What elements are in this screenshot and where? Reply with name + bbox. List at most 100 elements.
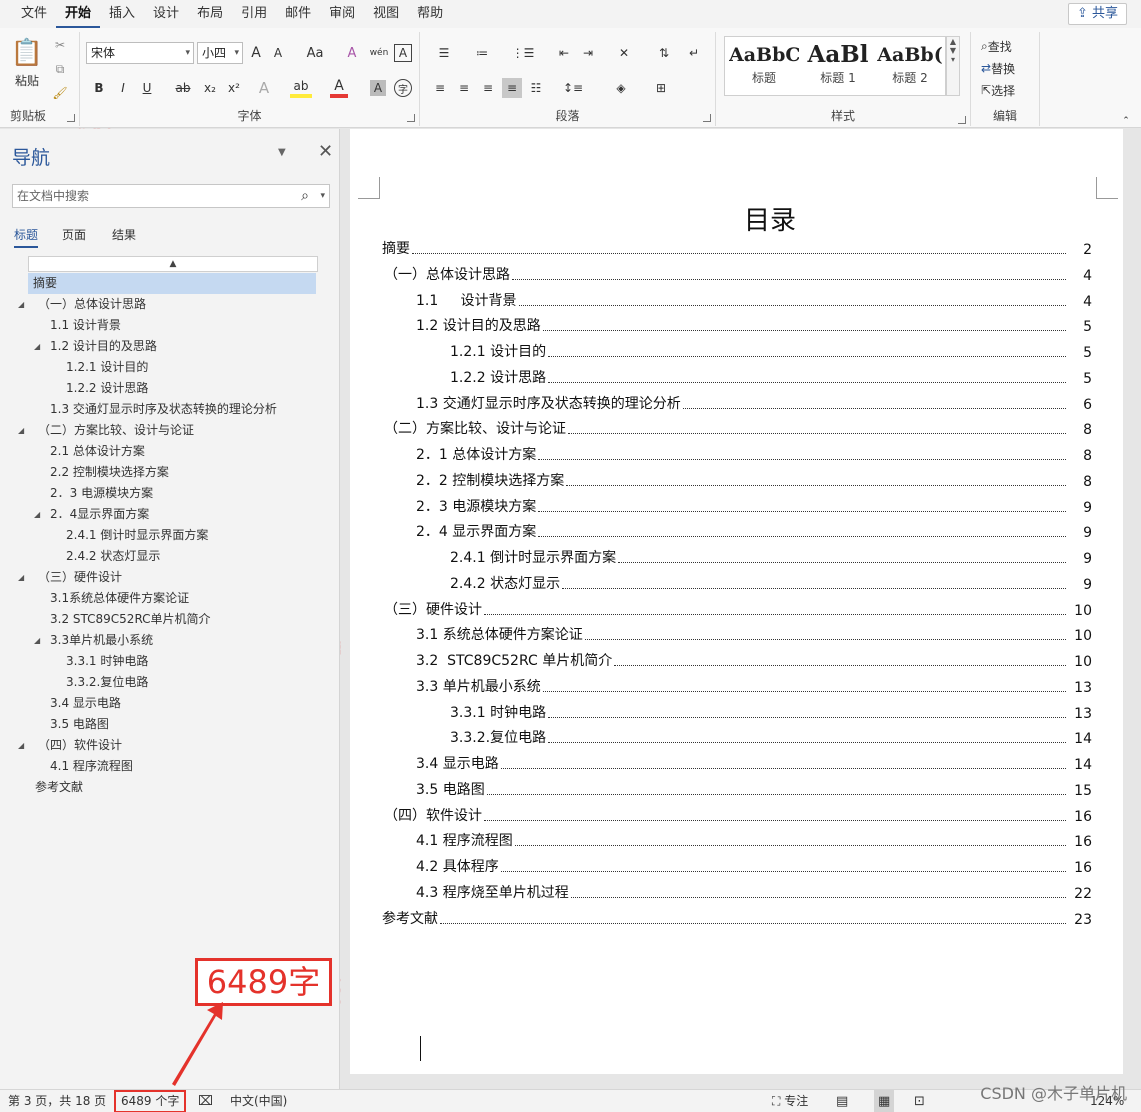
toc-entry[interactable]: 2.4.2 状态灯显示 9: [450, 571, 1092, 593]
toc-entry[interactable]: 参考文献 23: [382, 906, 1092, 928]
nav-heading-item[interactable]: 3.4 显示电路: [50, 693, 121, 714]
superscript-button[interactable]: x²: [224, 78, 244, 98]
expand-triangle-icon[interactable]: ◢: [34, 630, 40, 651]
toc-entry[interactable]: 3.2 STC89C52RC 单片机简介 10: [416, 648, 1092, 670]
nav-heading-item[interactable]: 参考文献: [35, 777, 83, 798]
align-center-icon[interactable]: ≡: [454, 78, 474, 98]
find-button[interactable]: ⌕ 查找: [981, 36, 1043, 56]
numbering-icon[interactable]: ≔: [468, 44, 496, 62]
clear-format-button[interactable]: A: [342, 44, 362, 62]
toc-entry[interactable]: 3.4 显示电路 14: [416, 751, 1092, 773]
word-count[interactable]: 6489 个字: [114, 1090, 187, 1112]
collapse-up-icon[interactable]: ▲: [28, 256, 318, 272]
replace-button[interactable]: ⇄ 替换: [981, 58, 1043, 78]
multilevel-list-icon[interactable]: ⋮☰: [508, 44, 538, 62]
nav-heading-item[interactable]: 1.2.1 设计目的: [66, 357, 148, 378]
italic-button[interactable]: I: [114, 78, 132, 98]
align-right-icon[interactable]: ≡: [478, 78, 498, 98]
font-launcher-icon[interactable]: [407, 114, 415, 122]
menu-layout[interactable]: 布局: [188, 0, 232, 28]
expand-triangle-icon[interactable]: ◢: [18, 735, 24, 756]
enclose-character-button[interactable]: 字: [394, 79, 412, 97]
menu-home[interactable]: 开始: [56, 0, 101, 28]
toc-entry[interactable]: 1.1 设计背景 4: [416, 288, 1092, 310]
nav-heading-item[interactable]: 3.5 电路图: [50, 714, 109, 735]
paste-button[interactable]: 粘贴: [10, 72, 44, 88]
close-icon[interactable]: ✕: [318, 141, 333, 162]
nav-heading-item[interactable]: 1.3 交通灯显示时序及状态转换的理论分析: [50, 399, 277, 420]
page-info[interactable]: 第 3 页，共 18 页: [8, 1090, 106, 1112]
paragraph-launcher-icon[interactable]: [703, 114, 711, 122]
character-border-button[interactable]: A: [394, 44, 412, 62]
style-heading-1[interactable]: AaBl 标题 1: [803, 39, 873, 93]
font-size-combo[interactable]: 小四 ▾: [197, 42, 243, 64]
menu-file[interactable]: 文件: [12, 0, 56, 28]
borders-icon[interactable]: ⊞: [646, 78, 676, 98]
toc-entry[interactable]: 1.3 交通灯显示时序及状态转换的理论分析 6: [416, 391, 1092, 413]
shrink-font-button[interactable]: A: [268, 44, 288, 62]
menu-review[interactable]: 审阅: [320, 0, 364, 28]
toc-entry[interactable]: （一）总体设计思路 4: [384, 262, 1092, 284]
justify-icon[interactable]: ≡: [502, 78, 522, 98]
show-marks-icon[interactable]: ↵: [684, 44, 704, 62]
chevron-down-icon[interactable]: ▾: [320, 185, 325, 207]
nav-heading-item[interactable]: 摘要: [28, 273, 316, 294]
sort-icon[interactable]: ⇅: [654, 44, 674, 62]
menu-design[interactable]: 设计: [144, 0, 188, 28]
share-button[interactable]: ⇪ 共享: [1067, 3, 1127, 25]
nav-heading-item[interactable]: 3.1系统总体硬件方案论证: [50, 588, 189, 609]
text-effects-button[interactable]: A: [254, 78, 274, 98]
underline-button[interactable]: U: [138, 78, 156, 98]
toc-entry[interactable]: 3.3 单片机最小系统 13: [416, 674, 1092, 696]
expand-triangle-icon[interactable]: ◢: [18, 294, 24, 315]
expand-triangle-icon[interactable]: ◢: [34, 504, 40, 525]
menu-view[interactable]: 视图: [364, 0, 408, 28]
proofing-icon[interactable]: ⌧: [198, 1090, 213, 1112]
nav-heading-item[interactable]: 4.1 程序流程图: [50, 756, 133, 777]
nav-heading-item[interactable]: 2.2 控制模块选择方案: [50, 462, 169, 483]
style-title[interactable]: AaBbC 标题: [729, 39, 799, 93]
grow-font-button[interactable]: A: [246, 44, 266, 62]
nav-heading-item[interactable]: 2.4.1 倒计时显示界面方案: [66, 525, 208, 546]
menu-insert[interactable]: 插入: [100, 0, 144, 28]
toc-entry[interactable]: （二）方案比较、设计与论证 8: [384, 416, 1092, 438]
select-button[interactable]: ⇱ 选择: [981, 80, 1043, 100]
tab-results[interactable]: 结果: [112, 226, 136, 243]
phonetic-guide-button[interactable]: wén: [368, 44, 390, 62]
search-icon[interactable]: ⌕: [301, 185, 309, 207]
styles-launcher-icon[interactable]: [958, 116, 966, 124]
format-painter-icon[interactable]: 🖌: [50, 84, 70, 102]
toc-entry[interactable]: 2．4 显示界面方案 9: [416, 519, 1092, 541]
toc-entry[interactable]: 1.2.2 设计思路 5: [450, 365, 1092, 387]
nav-heading-item[interactable]: 2.1 总体设计方案: [50, 441, 145, 462]
read-mode-icon[interactable]: ▤: [836, 1090, 848, 1112]
nav-heading-item[interactable]: （一）总体设计思路: [38, 294, 146, 315]
font-color-button[interactable]: A: [330, 78, 348, 98]
nav-heading-item[interactable]: 1.2.2 设计思路: [66, 378, 148, 399]
style-heading-2[interactable]: AaBb( 标题 2: [875, 39, 945, 93]
nav-heading-item[interactable]: 2．3 电源模块方案: [50, 483, 153, 504]
toc-entry[interactable]: 摘要 2: [382, 236, 1092, 258]
bold-button[interactable]: B: [90, 78, 108, 98]
nav-heading-item[interactable]: （二）方案比较、设计与论证: [38, 420, 194, 441]
line-spacing-icon[interactable]: ↕≡: [558, 78, 588, 98]
web-layout-icon[interactable]: ⊡: [914, 1090, 925, 1112]
toc-entry[interactable]: （三）硬件设计 10: [384, 597, 1092, 619]
toc-entry[interactable]: 2．3 电源模块方案 9: [416, 494, 1092, 516]
toc-entry[interactable]: 4.2 具体程序 16: [416, 854, 1092, 876]
toc-entry[interactable]: 4.1 程序流程图 16: [416, 828, 1092, 850]
toc-entry[interactable]: 1.2 设计目的及思路 5: [416, 313, 1092, 335]
toc-entry[interactable]: 2．2 控制模块选择方案 8: [416, 468, 1092, 490]
increase-indent-icon[interactable]: ⇥: [578, 44, 598, 62]
collapse-ribbon-icon[interactable]: ⌃: [1120, 116, 1132, 126]
nav-heading-item[interactable]: 3.3.1 时钟电路: [66, 651, 148, 672]
menu-references[interactable]: 引用: [232, 0, 276, 28]
nav-heading-item[interactable]: 1.1 设计背景: [50, 315, 121, 336]
distributed-icon[interactable]: ☷: [526, 78, 546, 98]
toc-entry[interactable]: 1.2.1 设计目的 5: [450, 339, 1092, 361]
toc-entry[interactable]: （四）软件设计 16: [384, 803, 1092, 825]
toc-entry[interactable]: 3.1 系统总体硬件方案论证 10: [416, 622, 1092, 644]
subscript-button[interactable]: x₂: [200, 78, 220, 98]
toc-entry[interactable]: 2.4.1 倒计时显示界面方案 9: [450, 545, 1092, 567]
chinese-layout-icon[interactable]: ✕: [610, 44, 638, 62]
